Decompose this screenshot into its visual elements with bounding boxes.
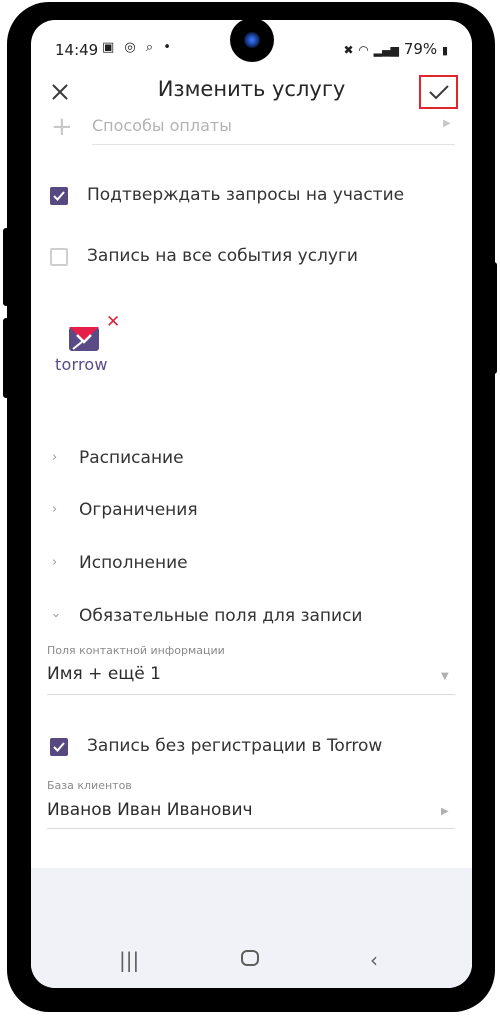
chevron-right-icon: ▶ xyxy=(441,806,449,817)
section-restrictions[interactable]: › Ограничения xyxy=(31,496,472,526)
no-registration-checkbox-row[interactable]: Запись без регистрации в Torrow xyxy=(31,733,472,763)
battery-percent: 79% xyxy=(403,40,438,58)
section-required-fields-label: Обязательные поля для записи xyxy=(79,606,363,626)
divider xyxy=(47,694,455,695)
contact-fields-label: Поля контактной информации xyxy=(47,644,225,657)
bottom-area xyxy=(31,868,472,938)
checkmark-icon xyxy=(53,742,65,752)
divider xyxy=(47,828,455,829)
camera-cutout xyxy=(230,20,274,62)
all-events-checkbox[interactable] xyxy=(50,248,68,266)
volume-button xyxy=(3,318,9,398)
status-notification-icons: ▣ ◎ ⌕ • xyxy=(102,40,174,55)
no-registration-label: Запись без регистрации в Torrow xyxy=(87,736,383,756)
payment-methods-label: Способы оплаты xyxy=(92,116,232,135)
wifi-icon: ◠ xyxy=(358,43,369,57)
section-required-fields[interactable]: › Обязательные поля для записи xyxy=(31,602,472,632)
save-button[interactable] xyxy=(419,75,458,109)
page-title: Изменить услугу xyxy=(157,77,346,101)
logo-text: torrow xyxy=(55,355,108,374)
chevron-right-icon: › xyxy=(52,450,58,465)
confirm-requests-checkbox-row[interactable]: Подтверждать запросы на участие xyxy=(31,182,472,212)
screen: 14:49 ▣ ◎ ⌕ • ✖ ◠ ▂▄▆ 79% ▮ Изменить усл… xyxy=(31,20,472,988)
section-execution-label: Исполнение xyxy=(79,553,188,573)
status-bar: 14:49 ▣ ◎ ⌕ • ✖ ◠ ▂▄▆ 79% ▮ xyxy=(31,20,472,72)
power-button xyxy=(491,262,497,374)
signal-icon: ▂▄▆ xyxy=(373,44,400,57)
chevron-right-icon: ▶ xyxy=(443,118,451,129)
chevron-right-icon: › xyxy=(52,502,58,517)
section-schedule[interactable]: › Расписание xyxy=(31,444,472,474)
client-base-label: База клиентов xyxy=(47,779,132,792)
chevron-right-icon: › xyxy=(52,555,58,570)
torrow-logo-icon xyxy=(69,327,99,351)
checkmark-icon xyxy=(53,191,65,201)
confirm-requests-label: Подтверждать запросы на участие xyxy=(87,185,405,205)
no-registration-checkbox[interactable] xyxy=(50,738,68,756)
section-schedule-label: Расписание xyxy=(79,448,184,468)
chevron-down-icon: › xyxy=(48,612,64,619)
divider xyxy=(92,144,455,145)
all-events-label: Запись на все события услуги xyxy=(87,246,358,266)
client-base-value: Иванов Иван Иванович xyxy=(47,800,253,820)
dropdown-arrow-icon: ▼ xyxy=(441,671,449,682)
home-icon[interactable] xyxy=(240,948,260,972)
recent-apps-icon[interactable]: ||| xyxy=(119,948,139,972)
battery-icon: ▮ xyxy=(441,44,448,57)
confirm-requests-checkbox[interactable] xyxy=(50,187,68,205)
section-restrictions-label: Ограничения xyxy=(79,500,198,520)
contact-fields-value: Имя + ещё 1 xyxy=(47,664,161,684)
plus-icon: + xyxy=(51,112,73,142)
payment-methods-row[interactable]: + Способы оплаты ▶ xyxy=(31,114,472,148)
status-time: 14:49 xyxy=(55,41,99,59)
back-icon[interactable]: ‹ xyxy=(370,948,378,972)
section-execution[interactable]: › Исполнение xyxy=(31,549,472,579)
toolbar: Изменить услугу xyxy=(31,72,472,114)
checkmark-icon xyxy=(429,85,449,100)
remove-logo-icon[interactable]: ✕ xyxy=(106,314,120,331)
all-events-checkbox-row[interactable]: Запись на все события услуги xyxy=(31,243,472,273)
status-right: ✖ ◠ ▂▄▆ 79% ▮ xyxy=(344,40,448,58)
volume-button xyxy=(3,228,9,306)
camera-lens xyxy=(244,32,260,48)
navigation-bar: ||| ‹ xyxy=(31,938,472,988)
mute-icon: ✖ xyxy=(343,43,354,57)
